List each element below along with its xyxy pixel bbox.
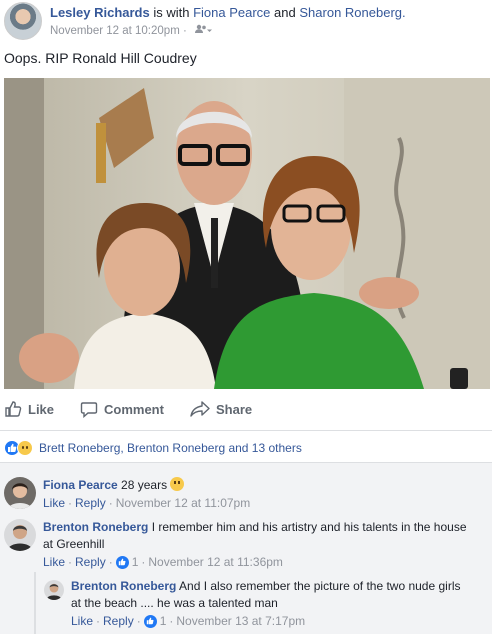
reply-text-continued: at the beach .... he was a talented man — [71, 596, 278, 610]
reply-body: Brenton Roneberg And I also remember the… — [71, 578, 461, 612]
comment-body: Brenton Roneberg I remember him and his … — [43, 519, 467, 553]
post-timestamp[interactable]: November 12 at 10:20pm — [50, 25, 180, 37]
tagged-user-link-2[interactable]: Sharon Roneberg. — [299, 5, 405, 20]
post-header-title: Lesley Richards is with Fiona Pearce and… — [50, 5, 406, 20]
comment-actions: Like · Reply · 1 · November 12 at 11:36p… — [43, 555, 283, 569]
comment-like-count[interactable]: 1 — [132, 555, 139, 569]
reply-reply-link[interactable]: Reply — [103, 614, 134, 628]
share-icon — [190, 401, 210, 417]
comment-body: Fiona Pearce 28 years — [43, 477, 185, 494]
meta-separator: · — [68, 555, 73, 569]
comment-icon — [80, 402, 98, 418]
comment-actions: Like · Reply · November 12 at 11:07pm — [43, 496, 250, 510]
reactions-summary[interactable]: Brett Roneberg, Brenton Roneberg and 13 … — [4, 440, 302, 456]
post-text: Oops. RIP Ronald Hill Coudrey — [4, 50, 197, 66]
post-photo[interactable] — [4, 78, 490, 389]
post-meta: November 12 at 10:20pm · — [50, 24, 213, 37]
comment-label: Comment — [104, 401, 164, 417]
and-text: and — [274, 5, 296, 20]
comment-text-continued: at Greenhill — [43, 537, 105, 551]
meta-separator: · — [108, 496, 113, 510]
comment-reply-link[interactable]: Reply — [75, 496, 106, 510]
comment-timestamp[interactable]: November 12 at 11:36pm — [148, 555, 283, 569]
commenter-name-link[interactable]: Fiona Pearce — [43, 478, 118, 492]
sad-reaction-icon — [17, 440, 33, 456]
reply-thread-line — [34, 572, 36, 634]
divider — [0, 430, 492, 431]
divider — [0, 462, 492, 463]
reactions-names-link[interactable]: Brett Roneberg, Brenton Roneberg and 13 … — [39, 441, 302, 455]
comment-text: 28 years — [121, 478, 168, 492]
replier-avatar[interactable] — [44, 580, 64, 600]
post-action-bar: Like Comment Share — [0, 396, 492, 422]
commenter-avatar[interactable] — [4, 519, 36, 551]
commenter-avatar[interactable] — [4, 477, 36, 509]
sad-face-icon — [170, 477, 185, 491]
meta-separator: · — [68, 496, 73, 510]
reply-text: And I also remember the picture of the t… — [179, 579, 461, 593]
comment-timestamp[interactable]: November 12 at 11:07pm — [116, 496, 251, 510]
author-name-link[interactable]: Lesley Richards — [50, 5, 150, 20]
like-count-icon — [143, 614, 157, 628]
share-button[interactable]: Share — [190, 400, 252, 418]
meta-separator: · — [136, 614, 141, 628]
comment-button[interactable]: Comment — [80, 400, 164, 418]
comment-like-link[interactable]: Like — [43, 496, 65, 510]
reply-like-link[interactable]: Like — [71, 614, 93, 628]
meta-separator: · — [169, 614, 174, 628]
commenter-name-link[interactable]: Brenton Roneberg — [43, 520, 148, 534]
reply-like-count[interactable]: 1 — [160, 614, 167, 628]
comment-text: I remember him and his artistry and his … — [151, 520, 467, 534]
friends-icon[interactable] — [194, 24, 213, 37]
author-avatar[interactable] — [4, 2, 42, 40]
with-text: is with — [153, 5, 190, 20]
comment-reply-link[interactable]: Reply — [75, 555, 106, 569]
like-button[interactable]: Like — [4, 400, 54, 418]
meta-separator: · — [182, 25, 187, 37]
share-label: Share — [216, 401, 253, 417]
like-label: Like — [28, 401, 55, 417]
like-count-icon — [115, 555, 129, 569]
reply-actions: Like · Reply · 1 · November 13 at 7:17pm — [71, 614, 305, 628]
reply-timestamp[interactable]: November 13 at 7:17pm — [176, 614, 305, 628]
photo-illustration — [4, 78, 490, 389]
meta-separator: · — [96, 614, 101, 628]
replier-name-link[interactable]: Brenton Roneberg — [71, 579, 176, 593]
comment-like-link[interactable]: Like — [43, 555, 65, 569]
thumbs-up-icon — [5, 401, 22, 417]
meta-separator: · — [108, 555, 113, 569]
facebook-post: Lesley Richards is with Fiona Pearce and… — [0, 0, 492, 634]
tagged-user-link-1[interactable]: Fiona Pearce — [193, 5, 270, 20]
meta-separator: · — [141, 555, 146, 569]
